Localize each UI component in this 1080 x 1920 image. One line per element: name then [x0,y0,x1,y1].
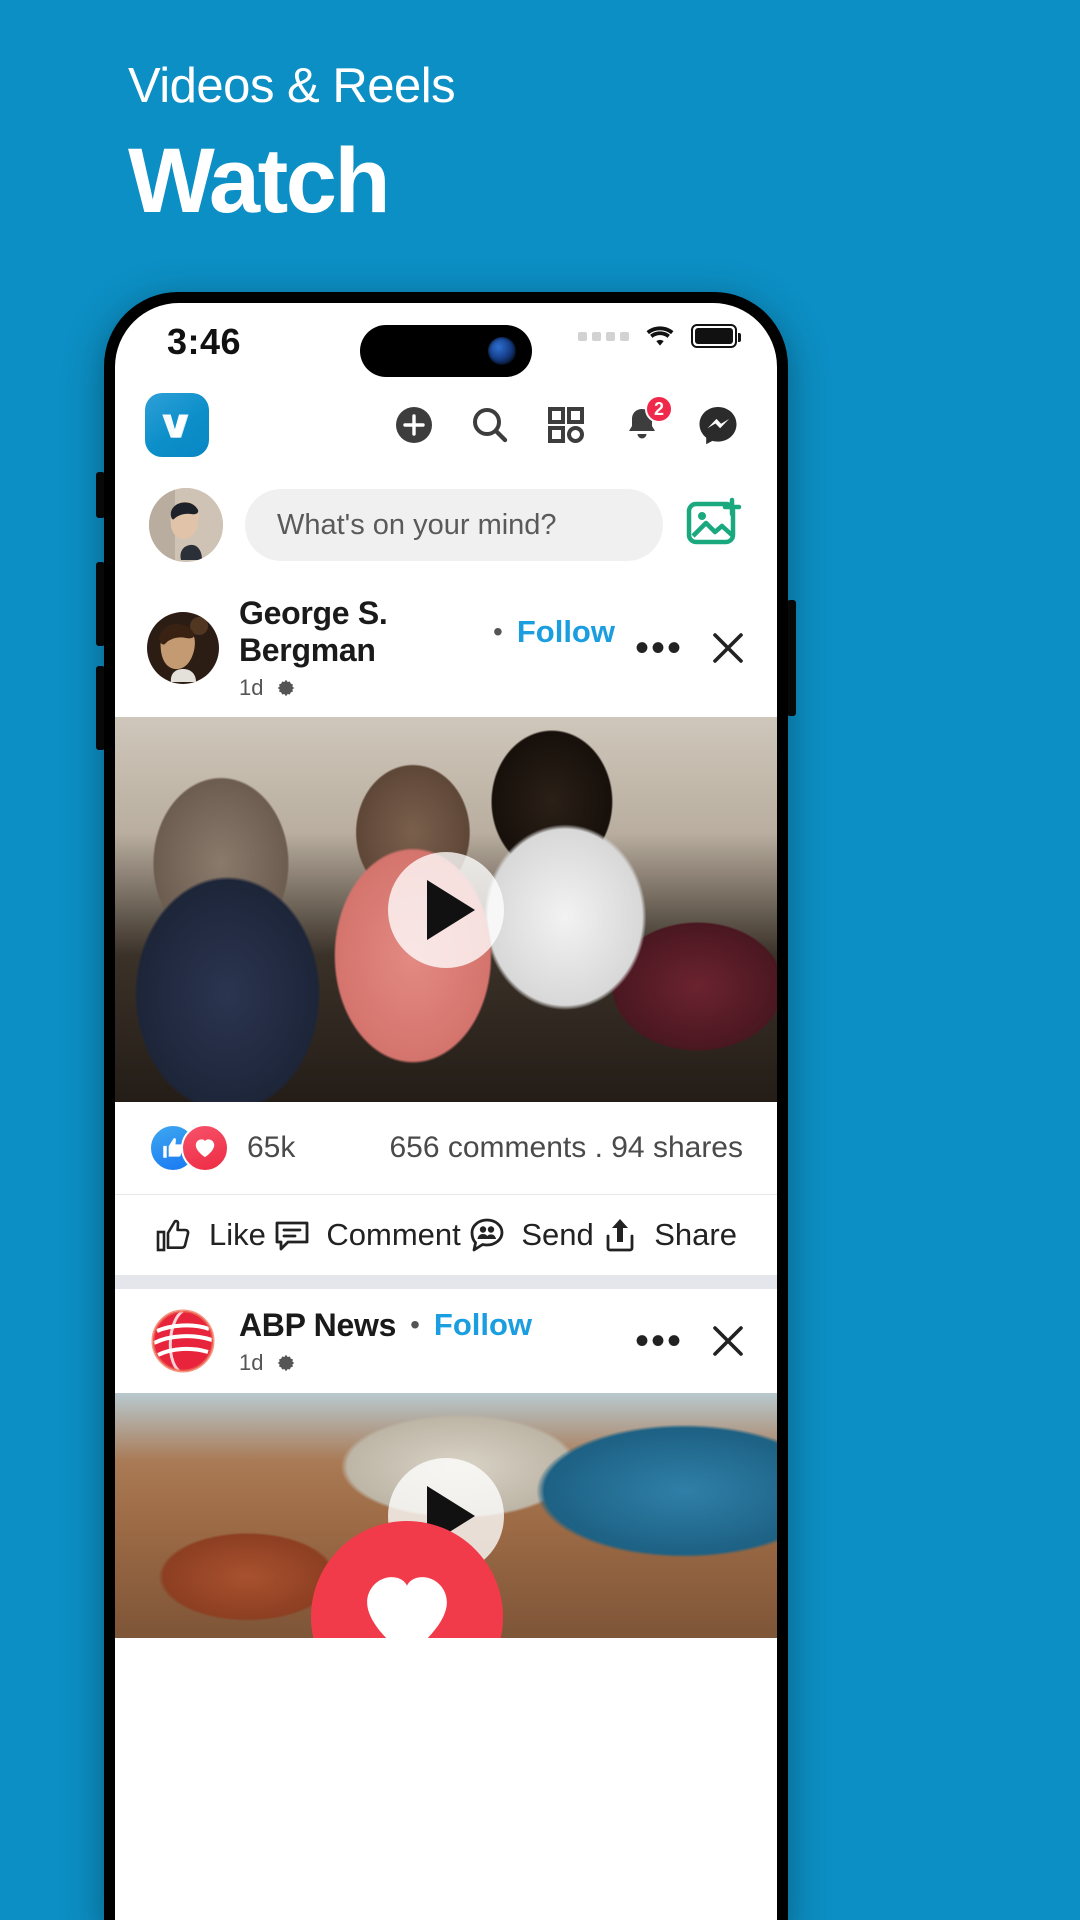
more-options-icon[interactable]: ••• [635,628,683,668]
send-label: Send [521,1217,594,1252]
avatar[interactable] [147,612,219,684]
post: George S. Bergman • Follow 1d ••• 65k 65… [115,579,777,1289]
composer-placeholder: What's on your mind? [277,508,557,541]
share-label: Share [654,1217,737,1252]
comments-shares-count[interactable]: 656 comments . 94 shares [389,1131,743,1165]
follow-button[interactable]: Follow [434,1307,532,1343]
app-logo-w-icon[interactable] [145,393,209,457]
post-header-actions: ••• [635,628,747,668]
comment-bubble-icon [276,1221,309,1251]
menu-grid-icon[interactable] [543,402,589,448]
search-icon[interactable] [467,402,513,448]
avatar[interactable] [147,1305,219,1377]
promo-title: Watch [128,130,391,232]
send-people-icon [470,1218,504,1252]
post-stats: 65k 656 comments . 94 shares [115,1102,777,1195]
promo-header: Videos & Reels Watch [128,59,456,232]
reaction-icons[interactable] [149,1124,229,1172]
post-timestamp: 1d [239,675,264,700]
close-icon[interactable] [709,1322,747,1360]
post-video[interactable] [115,1393,777,1638]
signal-dots-icon [578,331,629,341]
post: ABP News • Follow 1d ••• [115,1289,777,1638]
gear-icon[interactable] [275,1352,297,1374]
share-button[interactable]: Share [600,1215,737,1255]
create-post-icon[interactable] [391,402,437,448]
send-button[interactable]: Send [467,1215,594,1255]
post-author-name[interactable]: ABP News [239,1307,396,1344]
photo-add-icon[interactable] [685,496,743,554]
status-bar-time: 3:46 [167,321,242,362]
post-timestamp: 1d [239,1349,264,1375]
wifi-icon [646,326,674,346]
more-options-icon[interactable]: ••• [635,1321,683,1361]
post-header: George S. Bergman • Follow 1d ••• [115,579,777,717]
comment-button[interactable]: Comment [272,1215,461,1255]
dynamic-island [360,325,532,377]
like-button[interactable]: Like [155,1215,266,1255]
post-composer: What's on your mind? [115,471,777,579]
post-video[interactable] [115,717,777,1102]
love-reaction-icon [181,1124,229,1172]
post-header-actions: ••• [635,1321,747,1361]
composer-input[interactable]: What's on your mind? [245,489,663,561]
status-bar: 3:46 [115,303,777,379]
avatar[interactable] [149,488,223,562]
gear-icon[interactable] [275,677,297,699]
share-icon [606,1219,634,1252]
close-icon[interactable] [709,629,747,667]
phone-power-button[interactable] [787,600,796,716]
post-header: ABP News • Follow 1d ••• [115,1289,777,1393]
post-author-block: George S. Bergman • Follow 1d [239,595,615,701]
separator-dot: • [493,616,503,647]
post-author-name[interactable]: George S. Bergman [239,595,479,669]
phone-screen: 3:46 2 What's on your mind? George S. Be… [115,303,777,1920]
messenger-icon[interactable] [695,402,741,448]
front-camera-icon [488,337,516,365]
battery-icon [691,324,741,348]
status-bar-indicators [578,323,741,349]
promo-subtitle: Videos & Reels [128,59,456,113]
post-actions: Like Comment Send Share [115,1195,777,1289]
separator-dot: • [410,1309,420,1340]
app-nav-bar: 2 [115,379,777,471]
comment-label: Comment [326,1217,461,1252]
app-bar-icons: 2 [391,395,741,448]
thumbs-up-icon [156,1219,190,1252]
follow-button[interactable]: Follow [517,614,615,650]
play-icon[interactable] [388,851,504,968]
notifications-icon[interactable]: 2 [619,395,673,448]
post-author-block: ABP News • Follow 1d [239,1307,615,1376]
reactions-count: 65k [247,1131,296,1164]
phone-frame: 3:46 2 What's on your mind? George S. Be… [104,292,788,1920]
notifications-badge: 2 [645,395,673,423]
like-label: Like [209,1217,266,1252]
